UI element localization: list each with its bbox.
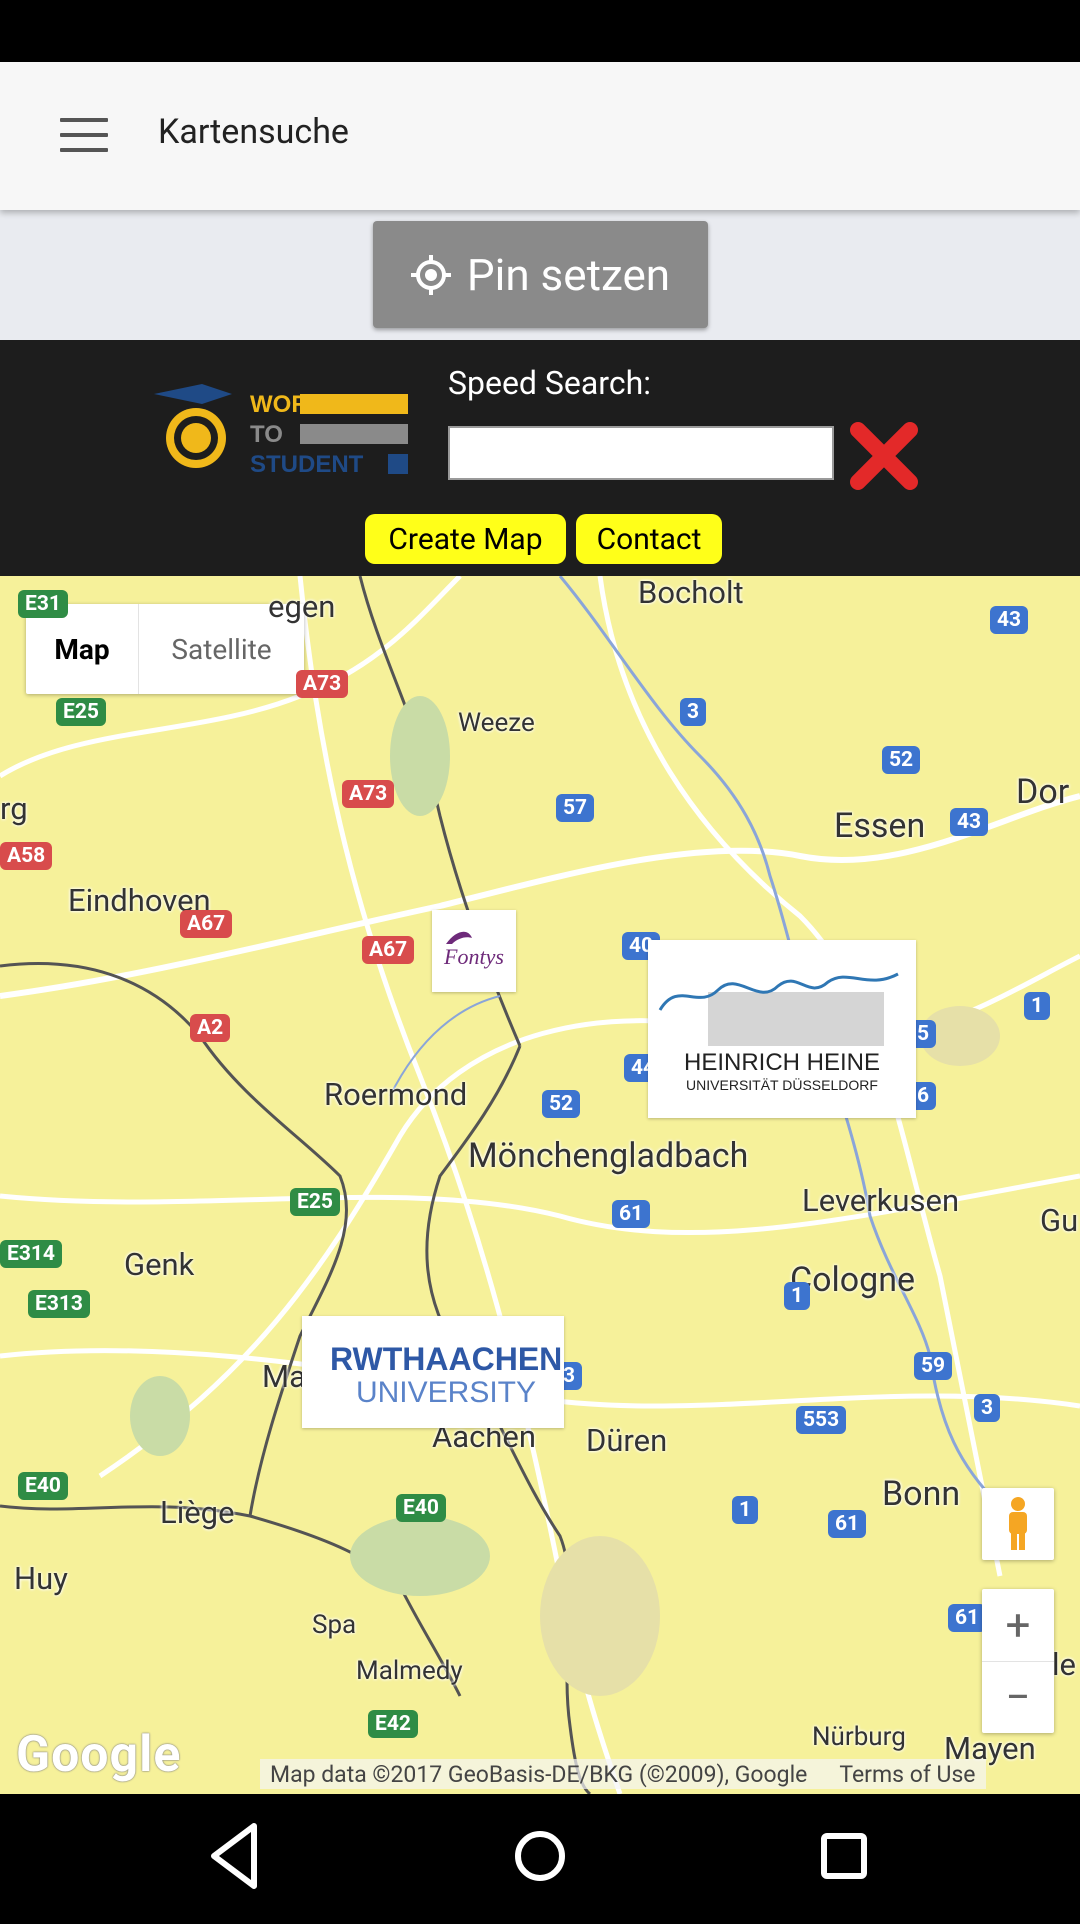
road-shield: 1 bbox=[732, 1496, 759, 1524]
map-attribution: Map data ©2017 GeoBasis-DE/BKG (©2009), … bbox=[260, 1759, 986, 1789]
road-shield: 3 bbox=[974, 1394, 1001, 1422]
road-shield: E31 bbox=[18, 590, 68, 618]
map-type-control: Map Satellite bbox=[26, 604, 304, 694]
zoom-out-button[interactable]: − bbox=[982, 1661, 1054, 1733]
map-label-ma: Ma bbox=[262, 1358, 306, 1395]
hhu-logo-line-1: HEINRICH HEINE bbox=[684, 1049, 880, 1076]
rwth-logo-line-1: RWTHAACHEN bbox=[330, 1341, 562, 1377]
road-shield: 553 bbox=[796, 1406, 847, 1434]
wts-logo-word-1: WORK bbox=[250, 391, 327, 418]
map-label-roermond: Roermond bbox=[324, 1076, 468, 1113]
pin-setzen-label: Pin setzen bbox=[466, 248, 671, 301]
create-map-button[interactable]: Create Map bbox=[365, 514, 566, 564]
road-shield: 3 bbox=[680, 698, 707, 726]
nav-home-icon[interactable] bbox=[515, 1831, 565, 1881]
road-shield: A58 bbox=[0, 842, 53, 870]
map-label-leverkusen: Leverkusen bbox=[802, 1182, 960, 1219]
road-shield: E25 bbox=[290, 1188, 340, 1216]
road-shield: 57 bbox=[556, 794, 595, 822]
road-shield: 52 bbox=[542, 1090, 581, 1118]
map-label-liege: Liège bbox=[160, 1494, 235, 1531]
road-shield: A73 bbox=[296, 670, 349, 698]
clear-search-icon[interactable] bbox=[848, 420, 920, 492]
contact-button[interactable]: Contact bbox=[576, 514, 722, 564]
pegman-icon bbox=[1009, 1497, 1027, 1550]
road-shield: E42 bbox=[368, 1710, 418, 1738]
map-label-nuerburg: Nürburg bbox=[812, 1722, 906, 1752]
road-shield: 43 bbox=[950, 808, 989, 836]
map-label-egen: egen bbox=[268, 588, 336, 625]
page-title: Kartensuche bbox=[158, 112, 349, 152]
road-shield: 61 bbox=[828, 1510, 867, 1538]
road-shield: 59 bbox=[914, 1352, 953, 1380]
road-shield: E314 bbox=[0, 1240, 62, 1268]
heinrich-heine-logo-mark: HEINRICH HEINE UNIVERSITÄT DÜSSELDORF bbox=[658, 972, 899, 1093]
map-label-rg: rg bbox=[0, 790, 28, 827]
map-label-gu: Gu bbox=[1040, 1202, 1079, 1239]
map-label-genk: Genk bbox=[124, 1246, 195, 1283]
fontys-logo-text: Fontys bbox=[443, 944, 504, 969]
nav-back-icon[interactable] bbox=[211, 1823, 257, 1889]
google-logo: Google bbox=[16, 1726, 182, 1784]
road-shield: A67 bbox=[362, 936, 415, 964]
speed-search-bar: WORK TO STUDENT Speed Search: Create Map… bbox=[0, 340, 1080, 576]
nav-recents-icon[interactable] bbox=[821, 1833, 867, 1879]
map-label-spa: Spa bbox=[312, 1610, 357, 1640]
speed-search-input[interactable] bbox=[448, 426, 834, 480]
road-shield: 1 bbox=[1024, 992, 1051, 1020]
status-bar bbox=[0, 0, 1080, 62]
map-label-le: le bbox=[1052, 1646, 1076, 1683]
wts-logo-word-3: STUDENT bbox=[250, 451, 364, 478]
rwth-logo-line-2: UNIVERSITY bbox=[356, 1376, 536, 1409]
fontys-logo: Fontys bbox=[432, 910, 516, 992]
road-shield: E40 bbox=[18, 1472, 68, 1500]
crosshair-icon bbox=[410, 254, 451, 295]
wts-logo-word-2: TO bbox=[250, 421, 283, 448]
zoom-control: + − bbox=[982, 1589, 1054, 1733]
map-label-bocholt: Bocholt bbox=[638, 576, 744, 611]
map-label-dor: Dor bbox=[1016, 772, 1070, 812]
road-shield: A2 bbox=[190, 1014, 231, 1042]
android-nav-bar bbox=[0, 1794, 1080, 1920]
map-label-huy: Huy bbox=[14, 1560, 68, 1597]
fontys-logo-mark: Fontys bbox=[443, 931, 504, 969]
heinrich-heine-logo: HEINRICH HEINE UNIVERSITÄT DÜSSELDORF bbox=[648, 940, 916, 1118]
rwth-aachen-logo-mark: RWTHAACHEN UNIVERSITY bbox=[330, 1341, 562, 1409]
zoom-in-button[interactable]: + bbox=[982, 1589, 1054, 1662]
pin-area: Pin setzen bbox=[0, 210, 1080, 340]
map-label-bonn: Bonn bbox=[882, 1474, 961, 1514]
road-shield: 1 bbox=[784, 1282, 811, 1310]
road-shield: 52 bbox=[882, 746, 921, 774]
road-shield: E40 bbox=[396, 1494, 446, 1522]
terms-of-use-link[interactable]: Terms of Use bbox=[839, 1761, 975, 1788]
road-shield: E313 bbox=[28, 1290, 90, 1318]
map-label-malmedy: Malmedy bbox=[356, 1656, 463, 1686]
map-view[interactable]: Map Satellite Bocholt egen Weeze Essen D… bbox=[0, 576, 1080, 1794]
work-to-student-logo: WORK TO STUDENT bbox=[154, 384, 408, 478]
map-label-weeze: Weeze bbox=[458, 708, 535, 738]
map-label-moenchengladbach: Mönchengladbach bbox=[468, 1136, 749, 1176]
road-shield: E25 bbox=[56, 698, 106, 726]
road-shield: 43 bbox=[990, 606, 1029, 634]
street-view-pegman-button[interactable] bbox=[982, 1488, 1054, 1560]
road-shield: 61 bbox=[948, 1604, 987, 1632]
road-shield: A73 bbox=[342, 780, 395, 808]
map-data-credit: Map data ©2017 GeoBasis-DE/BKG (©2009), … bbox=[270, 1760, 808, 1788]
app-bar: Kartensuche bbox=[0, 62, 1080, 210]
pin-setzen-button[interactable]: Pin setzen bbox=[373, 221, 708, 328]
hamburger-menu-icon[interactable] bbox=[60, 118, 108, 154]
speed-search-label: Speed Search: bbox=[448, 364, 651, 402]
map-label-essen: Essen bbox=[834, 806, 926, 846]
rwth-aachen-logo: RWTHAACHEN UNIVERSITY bbox=[302, 1316, 564, 1428]
hhu-logo-line-2: UNIVERSITÄT DÜSSELDORF bbox=[686, 1076, 878, 1093]
map-label-dueren: Düren bbox=[586, 1422, 668, 1459]
road-shield: A67 bbox=[180, 910, 233, 938]
road-shield: 61 bbox=[612, 1200, 651, 1228]
